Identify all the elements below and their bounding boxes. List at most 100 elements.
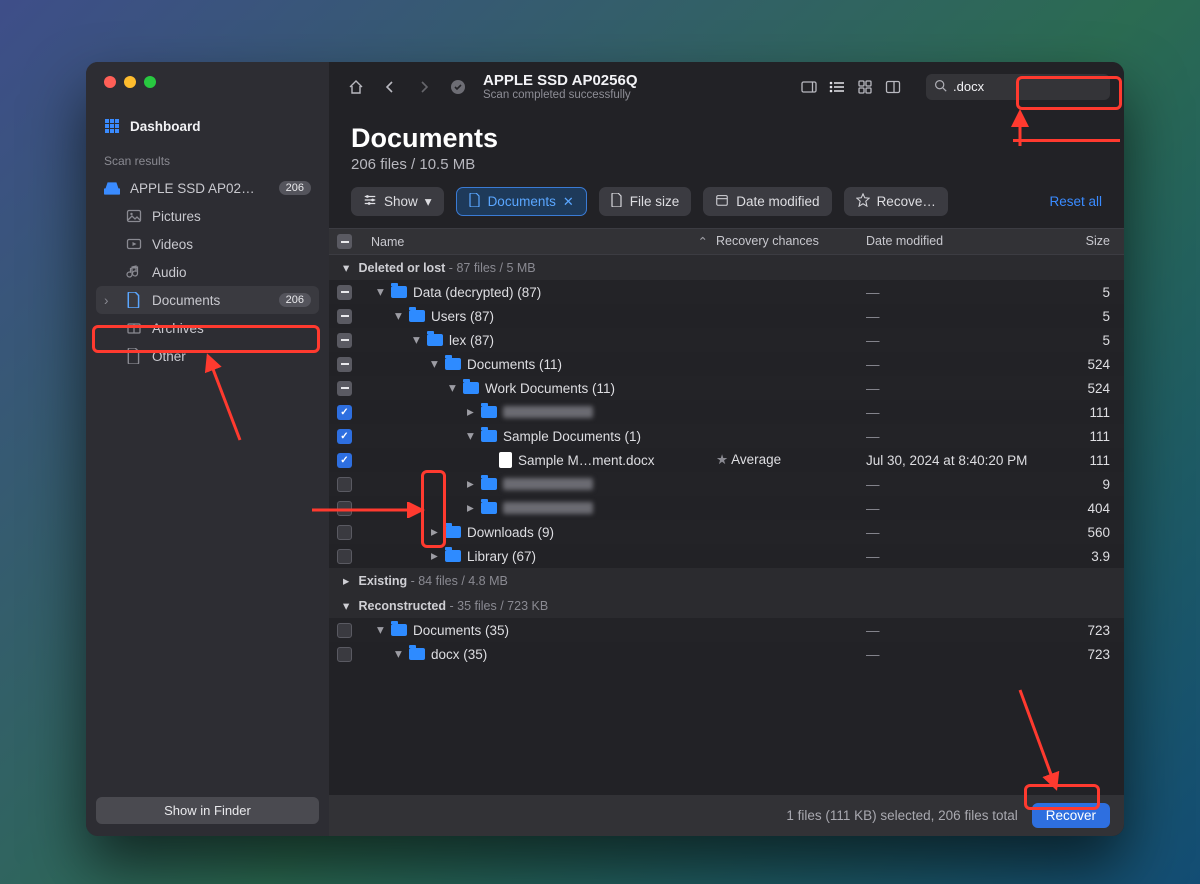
redacted-name: [503, 406, 593, 418]
row-date: —: [866, 623, 880, 638]
row-checkbox[interactable]: [337, 477, 352, 492]
filter-show-label: Show: [384, 194, 418, 209]
row-size: 560: [1056, 525, 1110, 540]
main-panel: APPLE SSD AP0256Q Scan completed success…: [329, 62, 1124, 836]
row-date: —: [866, 333, 880, 348]
row-checkbox[interactable]: [337, 647, 352, 662]
row-checkbox[interactable]: [337, 357, 352, 372]
disclosure-icon[interactable]: ▾: [449, 380, 457, 396]
row-checkbox[interactable]: [337, 285, 352, 300]
table-row[interactable]: ▾ docx (35)—723: [329, 642, 1124, 666]
sidebar-item-other[interactable]: Other: [96, 342, 319, 370]
disclosure-icon[interactable]: ▸: [431, 524, 439, 540]
row-date: —: [866, 549, 880, 564]
forward-icon[interactable]: [415, 78, 433, 96]
folder-icon: [481, 478, 497, 490]
sidebar-dashboard[interactable]: Dashboard: [96, 112, 319, 140]
audio-icon: [126, 264, 142, 280]
sidebar-item-videos[interactable]: Videos: [96, 230, 319, 258]
filter-documents[interactable]: Documents ✕: [456, 187, 587, 216]
row-name: Work Documents (11): [485, 381, 615, 396]
section-deleted[interactable]: ▾ Deleted or lost - 87 files / 5 MB: [329, 255, 1124, 280]
row-checkbox[interactable]: [337, 525, 352, 540]
home-icon[interactable]: [347, 78, 365, 96]
grid-view-icon[interactable]: [856, 78, 874, 96]
folder-icon: [409, 648, 425, 660]
column-recovery[interactable]: Recovery chances: [716, 234, 866, 249]
disclosure-icon[interactable]: ▸: [467, 476, 475, 492]
table-row[interactable]: ▸ Library (67)—3.9: [329, 544, 1124, 568]
search-input[interactable]: [953, 79, 1124, 94]
row-checkbox[interactable]: [337, 549, 352, 564]
table-row[interactable]: ▾ Work Documents (11)—524: [329, 376, 1124, 400]
section-reconstructed[interactable]: ▾ Reconstructed - 35 files / 723 KB: [329, 593, 1124, 618]
filter-file-size[interactable]: File size: [599, 187, 692, 216]
table-row[interactable]: ▸ —111: [329, 400, 1124, 424]
back-icon[interactable]: [381, 78, 399, 96]
row-size: 723: [1056, 623, 1110, 638]
disclosure-icon[interactable]: ▾: [377, 284, 385, 300]
sidebar-item-audio[interactable]: Audio: [96, 258, 319, 286]
table-row[interactable]: ▾ Documents (11)—524: [329, 352, 1124, 376]
disclosure-icon[interactable]: ▸: [467, 404, 475, 420]
table-row[interactable]: ▾ Sample Documents (1)—111: [329, 424, 1124, 448]
disclosure-icon[interactable]: ▾: [395, 308, 403, 324]
star-icon: ★: [716, 452, 728, 467]
row-checkbox[interactable]: [337, 381, 352, 396]
row-date: —: [866, 405, 880, 420]
table-row[interactable]: ▾ Data (decrypted) (87)—5: [329, 280, 1124, 304]
column-size[interactable]: Size: [1056, 234, 1110, 249]
table-row[interactable]: ▾ Users (87)—5: [329, 304, 1124, 328]
table-body: ▾ Deleted or lost - 87 files / 5 MB ▾ Da…: [329, 255, 1124, 795]
select-all-checkbox[interactable]: [337, 234, 352, 249]
close-dot-icon[interactable]: [104, 76, 116, 88]
reset-all-link[interactable]: Reset all: [1049, 194, 1102, 209]
row-date: —: [866, 309, 880, 324]
preview-pane-icon[interactable]: [884, 78, 902, 96]
sidebar-item-documents[interactable]: ›Documents206: [96, 286, 319, 314]
table-row[interactable]: ▸ —9: [329, 472, 1124, 496]
column-name[interactable]: Name: [371, 235, 404, 249]
row-date: —: [866, 477, 880, 492]
filter-documents-label: Documents: [488, 194, 556, 209]
disclosure-icon[interactable]: ▾: [431, 356, 439, 372]
row-date: —: [866, 429, 880, 444]
row-checkbox[interactable]: [337, 405, 352, 420]
table-row[interactable]: ▸ Downloads (9)—560: [329, 520, 1124, 544]
columns-view-icon[interactable]: [800, 78, 818, 96]
filter-date-modified[interactable]: Date modified: [703, 187, 831, 216]
section-existing[interactable]: ▸ Existing - 84 files / 4.8 MB: [329, 568, 1124, 593]
recover-button[interactable]: Recover: [1032, 803, 1110, 828]
show-in-finder-button[interactable]: Show in Finder: [96, 797, 319, 824]
search-field[interactable]: ✕: [926, 74, 1110, 100]
sidebar-item-archives[interactable]: Archives: [96, 314, 319, 342]
sidebar-item-pictures[interactable]: Pictures: [96, 202, 319, 230]
disclosure-icon[interactable]: ▾: [395, 646, 403, 662]
folder-icon: [481, 430, 497, 442]
sidebar-disk[interactable]: APPLE SSD AP02… 206: [96, 174, 319, 202]
table-row[interactable]: ▸ —404: [329, 496, 1124, 520]
filter-documents-close-icon[interactable]: ✕: [563, 194, 574, 210]
row-checkbox[interactable]: [337, 309, 352, 324]
list-view-icon[interactable]: [828, 78, 846, 96]
disclosure-icon[interactable]: ▾: [377, 622, 385, 638]
row-checkbox[interactable]: [337, 501, 352, 516]
table-row[interactable]: Sample M…ment.docx★ AverageJul 30, 2024 …: [329, 448, 1124, 472]
disclosure-icon[interactable]: ▸: [431, 548, 439, 564]
filter-recovery[interactable]: Recove…: [844, 187, 948, 216]
row-checkbox[interactable]: [337, 333, 352, 348]
row-checkbox[interactable]: [337, 623, 352, 638]
zoom-dot-icon[interactable]: [144, 76, 156, 88]
column-date[interactable]: Date modified: [866, 234, 1056, 249]
disclosure-icon[interactable]: ▾: [467, 428, 475, 444]
table-row[interactable]: ▾ Documents (35)—723: [329, 618, 1124, 642]
row-checkbox[interactable]: [337, 429, 352, 444]
row-size: 5: [1056, 333, 1110, 348]
documents-icon: [126, 292, 142, 308]
row-checkbox[interactable]: [337, 453, 352, 468]
filter-show[interactable]: Show ▾: [351, 187, 444, 216]
minimize-dot-icon[interactable]: [124, 76, 136, 88]
table-row[interactable]: ▾ lex (87)—5: [329, 328, 1124, 352]
disclosure-icon[interactable]: ▾: [413, 332, 421, 348]
disclosure-icon[interactable]: ▸: [467, 500, 475, 516]
